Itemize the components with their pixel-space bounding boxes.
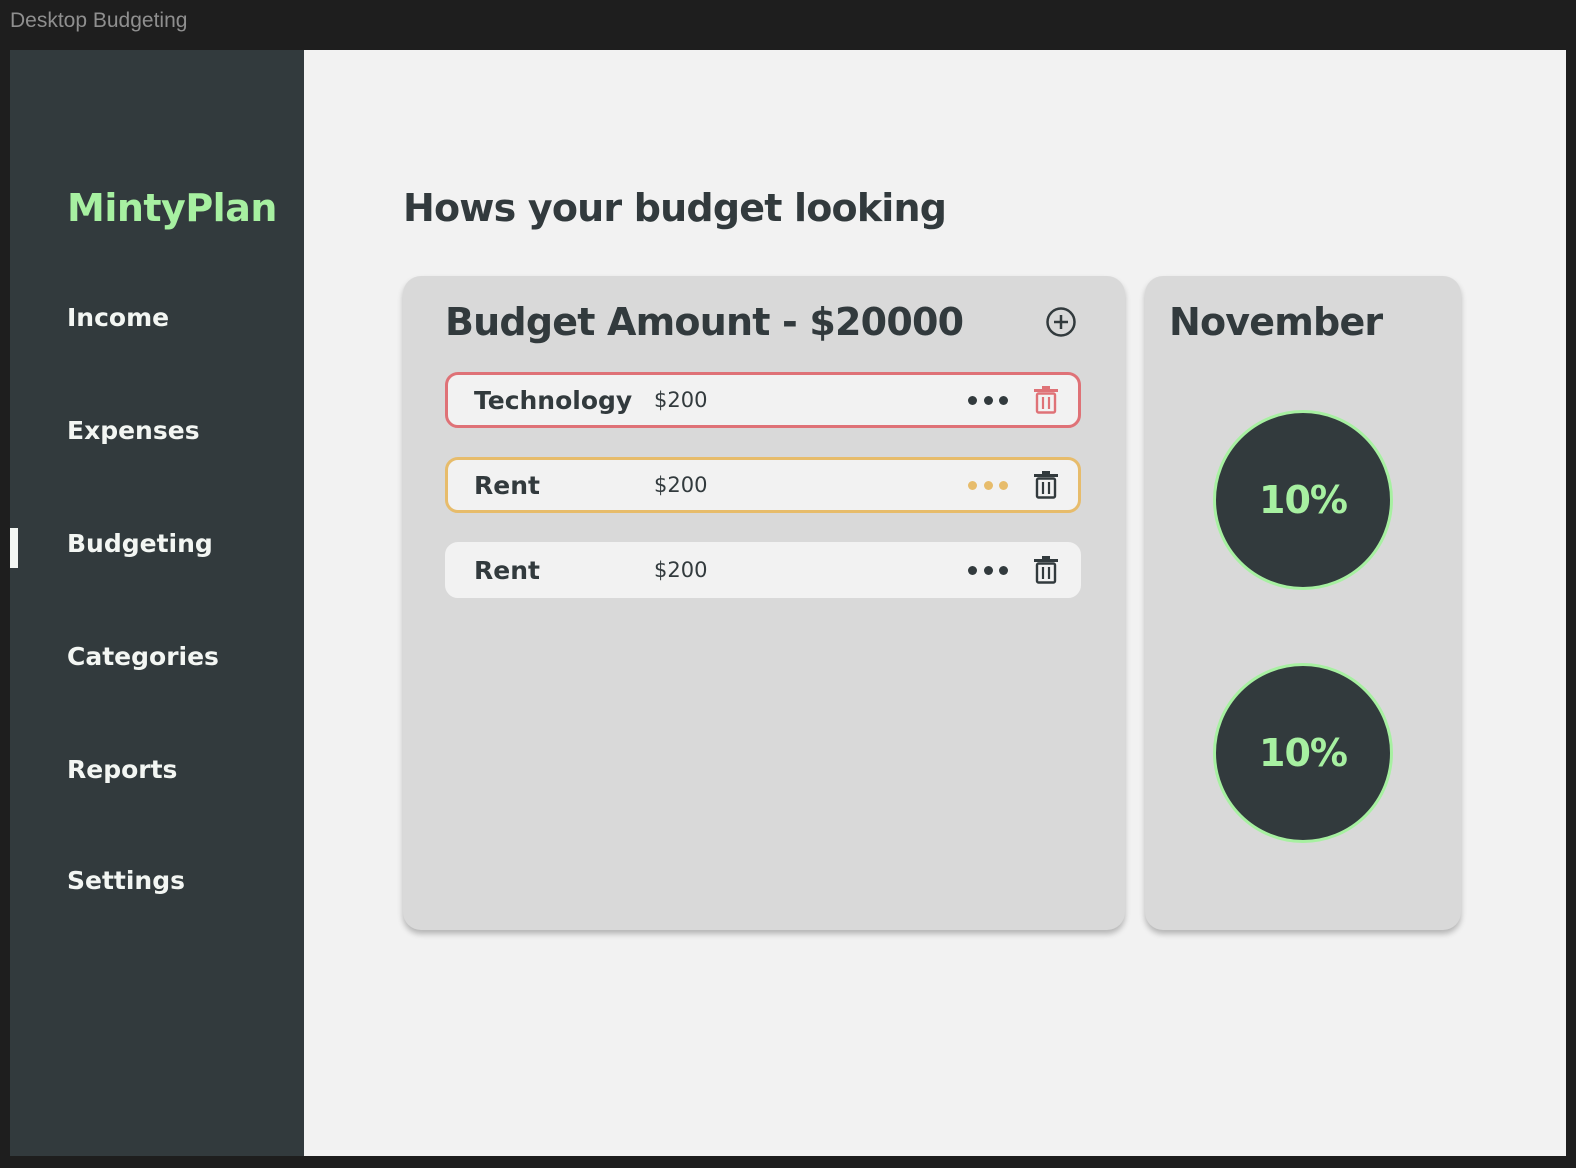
sidebar-item-categories[interactable]: Categories [67, 642, 219, 671]
plus-circle-icon[interactable] [1045, 306, 1077, 338]
budget-row-category: Rent [474, 555, 540, 585]
budget-row[interactable]: Rent $200 [445, 457, 1081, 513]
sidebar-item-settings[interactable]: Settings [67, 866, 185, 895]
app-frame: MintyPlan Income Expenses Budgeting Cate… [10, 50, 1566, 1156]
trash-icon[interactable] [1033, 556, 1059, 584]
sidebar-item-expenses[interactable]: Expenses [67, 416, 200, 445]
budget-row-amount: $200 [654, 388, 708, 412]
sidebar-item-budgeting[interactable]: Budgeting [67, 529, 213, 558]
sidebar: MintyPlan Income Expenses Budgeting Cate… [10, 50, 304, 1156]
more-options-icon[interactable] [968, 474, 1008, 496]
trash-icon[interactable] [1033, 471, 1059, 499]
budget-card: Budget Amount - $20000 Technology $200 R… [403, 276, 1125, 930]
main-content: Hows your budget looking Budget Amount -… [304, 50, 1566, 1156]
budget-row-amount: $200 [654, 473, 708, 497]
trash-icon[interactable] [1033, 386, 1059, 414]
more-options-icon[interactable] [968, 559, 1008, 581]
month-summary-card: November 10% 10% [1145, 276, 1461, 930]
sidebar-item-reports[interactable]: Reports [67, 755, 177, 784]
budget-amount-heading: Budget Amount - $20000 [445, 300, 964, 344]
window-title: Desktop Budgeting [10, 9, 188, 32]
budget-row[interactable]: Rent $200 [445, 542, 1081, 598]
month-title: November [1169, 300, 1383, 344]
brand-logo: MintyPlan [67, 186, 277, 230]
budget-row-category: Rent [474, 470, 540, 500]
percentage-ring: 10% [1213, 663, 1393, 843]
percentage-label: 10% [1259, 731, 1348, 775]
budget-row-category: Technology [474, 385, 633, 415]
budget-row-amount: $200 [654, 558, 708, 582]
more-options-icon[interactable] [968, 389, 1008, 411]
budget-row[interactable]: Technology $200 [445, 372, 1081, 428]
page-title: Hows your budget looking [403, 186, 947, 230]
sidebar-item-income[interactable]: Income [67, 303, 169, 332]
percentage-ring: 10% [1213, 410, 1393, 590]
percentage-label: 10% [1259, 478, 1348, 522]
active-nav-indicator [10, 528, 18, 568]
